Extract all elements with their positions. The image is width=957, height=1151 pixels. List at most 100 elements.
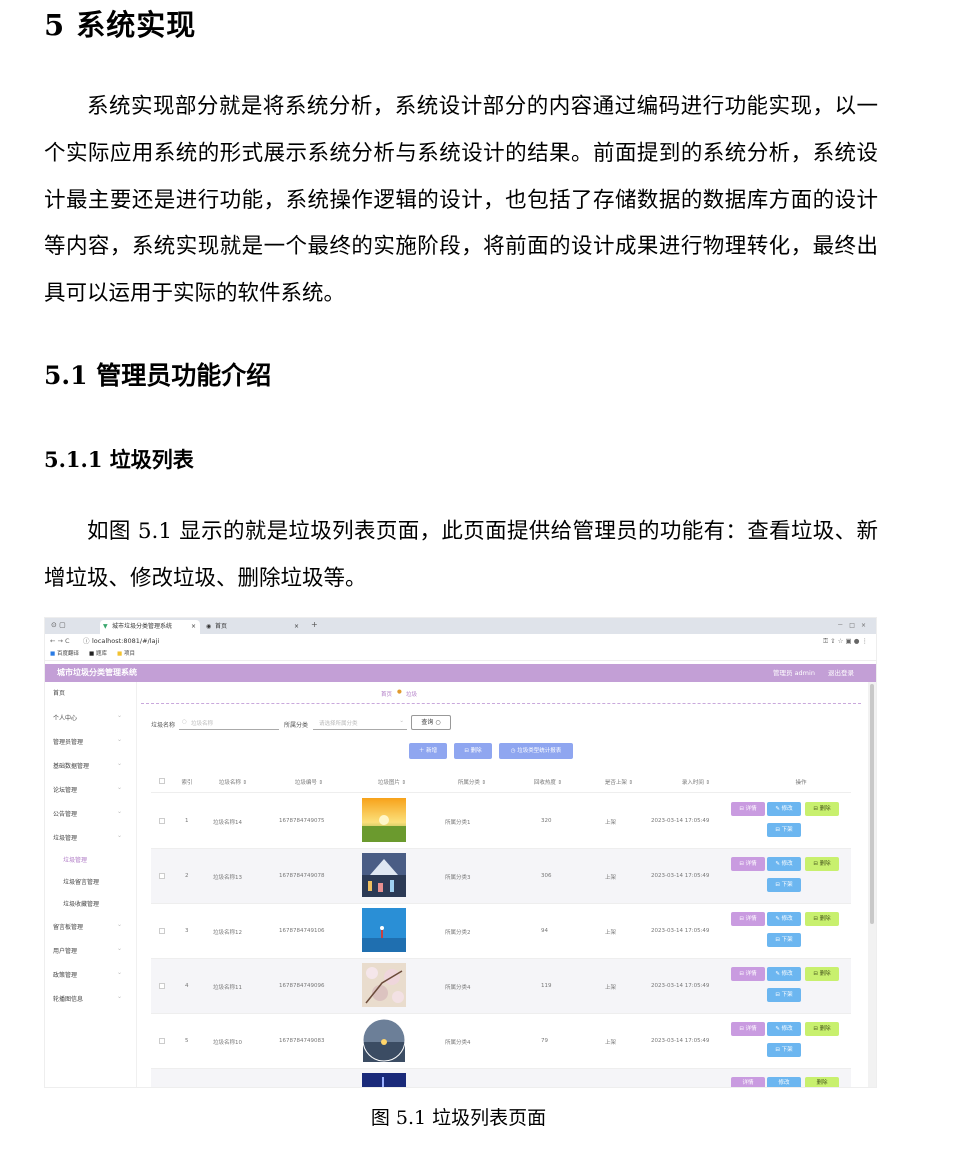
sidebar-item[interactable]: 留言板管理 (53, 922, 83, 931)
row-name: 垃圾名称10 (213, 1040, 242, 1046)
row-checkbox[interactable] (159, 818, 165, 824)
row-offshelf-button[interactable]: ⊟ 下架 (767, 1043, 801, 1057)
chevron-down-icon: ⌄ (117, 760, 123, 767)
row-edit-button[interactable]: ✎ 修改 (767, 967, 801, 981)
column-header[interactable]: 垃圾图片 ⇕ (357, 778, 427, 786)
sidebar-item[interactable]: 公告管理 (53, 809, 77, 818)
row-index: 1 (185, 818, 189, 824)
browser-tab-app[interactable]: ▼ 城市垃圾分类管理系统 × (100, 620, 200, 634)
row-detail-button[interactable]: ⊟ 详情 (731, 967, 765, 981)
address-bar: ← → C ⓘ localhost:8081/#/laji ⚿ ⇪ ☆ ▣ ● … (45, 634, 876, 648)
browser-tab-home[interactable]: ◉ 首页 × (203, 620, 303, 634)
bookmark-item[interactable]: ■ 项目 (117, 648, 135, 661)
row-checkbox[interactable] (159, 983, 165, 989)
toolbar-icons[interactable]: ⚿ ⇪ ☆ ▣ ● ⋮ (823, 634, 868, 648)
row-checkbox[interactable] (159, 928, 165, 934)
chevron-down-icon: ⌄ (117, 969, 123, 976)
bulk-delete-button[interactable]: ⊟ 删除 (454, 743, 492, 759)
row-edit-button[interactable]: ✎ 修改 (767, 802, 801, 816)
row-offshelf-button[interactable]: ⊟ 下架 (767, 988, 801, 1002)
table-row: 1 垃圾名称14 1678784749075 所属分类1 320 上架 2023-03-14… (151, 794, 851, 849)
column-header[interactable]: 所属分类 ⇕ (437, 778, 507, 786)
window-controls[interactable]: － □ × (837, 620, 866, 629)
chevron-down-icon: ⌄ (117, 808, 123, 815)
row-code: 1678784749083 (279, 1038, 325, 1044)
tab-close-icon[interactable]: × (294, 620, 299, 634)
row-detail-button[interactable]: 详情 (731, 1077, 765, 1087)
row-offshelf-button[interactable]: ⊟ 下架 (767, 933, 801, 947)
row-offshelf-button[interactable]: ⊟ 下架 (767, 878, 801, 892)
select-all-checkbox[interactable] (159, 778, 165, 784)
row-edit-button[interactable]: 修改 (767, 1077, 801, 1087)
row-detail-button[interactable]: ⊟ 详情 (731, 802, 765, 816)
bookmark-item[interactable]: ■ 题库 (89, 648, 107, 661)
row-detail-button[interactable]: ⊟ 详情 (731, 857, 765, 871)
app-header: 城市垃圾分类管理系统 管理员 admin 退出登录 (45, 664, 876, 682)
name-search-input[interactable]: ○ 垃圾名称 (179, 715, 279, 730)
row-checkbox[interactable] (159, 1038, 165, 1044)
row-code: 1678784749106 (279, 928, 325, 934)
sidebar-item[interactable]: 首页 (53, 688, 65, 697)
sidebar-item[interactable]: 基础数据管理 (53, 761, 89, 770)
row-delete-button[interactable]: ⊟ 删除 (805, 967, 839, 981)
chapter-title: 5 系统实现 (44, 8, 197, 42)
sidebar-item[interactable]: 垃圾收藏管理 (63, 899, 99, 908)
column-header[interactable]: 录入时间 ⇕ (651, 778, 741, 786)
row-index: 3 (185, 928, 189, 934)
sidebar-item[interactable]: 管理员管理 (53, 737, 83, 746)
vue-logo-icon: ▼ (103, 623, 108, 630)
sidebar-item[interactable]: 轮播图信息 (53, 994, 83, 1003)
chevron-down-icon: ⌄ (117, 832, 123, 839)
row-heat: 306 (541, 873, 552, 879)
row-code: 1678784749075 (279, 818, 325, 824)
column-header[interactable]: 是否上架 ⇕ (589, 778, 649, 786)
sidebar-item[interactable]: 垃圾管理 (53, 833, 77, 842)
row-status: 上架 (605, 985, 617, 991)
column-header[interactable]: 垃圾名称 ⇕ (203, 778, 263, 786)
sidebar-item[interactable]: 政策管理 (53, 970, 77, 979)
column-header[interactable]: 垃圾编号 ⇕ (269, 778, 349, 786)
row-delete-button[interactable]: ⊟ 删除 (805, 912, 839, 926)
breadcrumb-home[interactable]: 首页 (381, 690, 392, 698)
info-icon: ⓘ (83, 637, 90, 645)
row-delete-button[interactable]: 删除 (805, 1077, 839, 1087)
row-detail-button[interactable]: ⊟ 详情 (731, 912, 765, 926)
row-checkbox[interactable] (159, 873, 165, 879)
row-detail-button[interactable]: ⊟ 详情 (731, 1022, 765, 1036)
browser-menu-icon[interactable]: ⊙ ▢ (51, 621, 66, 629)
url-field[interactable]: localhost:8081/#/laji (92, 634, 159, 648)
add-button[interactable]: ＋ 新增 (409, 743, 447, 759)
scrollbar-thumb[interactable] (870, 684, 874, 924)
logout-link[interactable]: 退出登录 (828, 664, 854, 682)
sidebar-item[interactable]: 垃圾留言管理 (63, 877, 99, 886)
sidebar-item[interactable]: 个人中心 (53, 713, 77, 722)
row-category: 所属分类3 (445, 875, 471, 881)
app-title: 城市垃圾分类管理系统 (57, 668, 137, 677)
tab-title: 城市垃圾分类管理系统 (112, 623, 173, 630)
sidebar-item[interactable]: 论坛管理 (53, 785, 77, 794)
bookmark-item[interactable]: ■ 百度翻译 (50, 648, 79, 661)
garbage-image (362, 963, 406, 1007)
globe-icon: ◉ (206, 623, 212, 630)
chevron-down-icon: ⌄ (399, 718, 404, 724)
report-button[interactable]: ◷ 垃圾类型统计报表 (499, 743, 573, 759)
type-select[interactable]: 请选择所属分类 ⌄ (313, 715, 407, 730)
breadcrumb: 首页 ● 垃圾 (141, 682, 861, 704)
row-delete-button[interactable]: ⊟ 删除 (805, 802, 839, 816)
sidebar-item[interactable]: 垃圾管理 (63, 855, 87, 864)
column-header[interactable]: 回收热度 ⇕ (513, 778, 583, 786)
row-edit-button[interactable]: ✎ 修改 (767, 912, 801, 926)
row-index: 5 (185, 1038, 189, 1044)
new-tab-icon[interactable]: + (311, 620, 318, 629)
query-button[interactable]: 查询 ○ (411, 715, 451, 730)
tab-close-icon[interactable]: × (191, 620, 196, 634)
row-delete-button[interactable]: ⊟ 删除 (805, 1022, 839, 1036)
nav-arrows-icon[interactable]: ← → C (50, 634, 70, 648)
folder-icon: ■ (117, 651, 123, 657)
chevron-down-icon: ⌄ (117, 736, 123, 743)
row-edit-button[interactable]: ✎ 修改 (767, 857, 801, 871)
row-delete-button[interactable]: ⊟ 删除 (805, 857, 839, 871)
row-edit-button[interactable]: ✎ 修改 (767, 1022, 801, 1036)
row-offshelf-button[interactable]: ⊟ 下架 (767, 823, 801, 837)
sidebar-item[interactable]: 用户管理 (53, 946, 77, 955)
